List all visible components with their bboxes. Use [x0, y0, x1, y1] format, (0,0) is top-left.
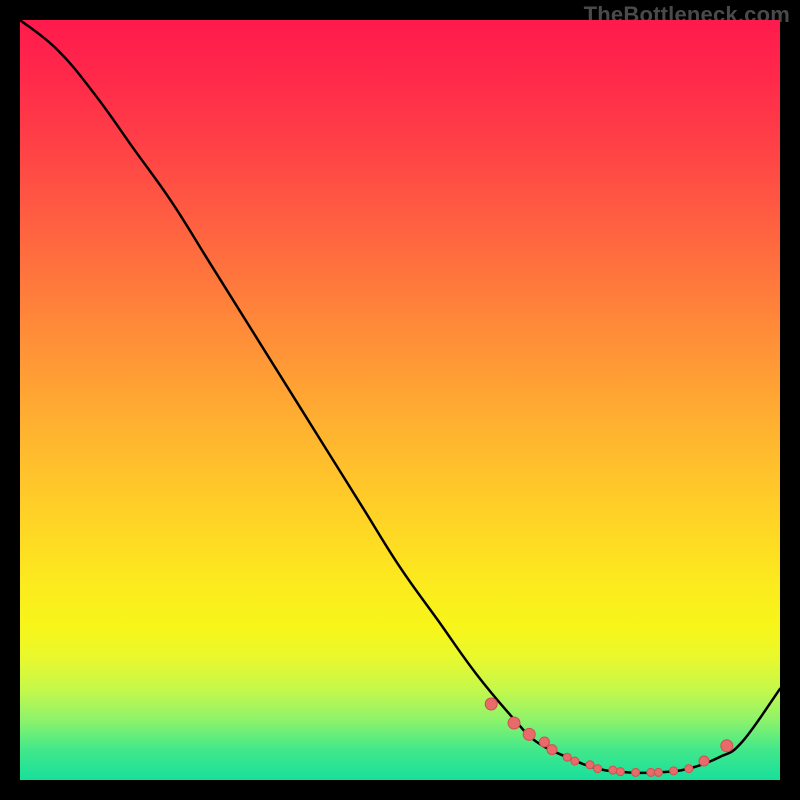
curve-dot	[647, 768, 655, 776]
curve-dot	[685, 765, 693, 773]
curve-dot	[508, 717, 520, 729]
curve-dots	[485, 698, 733, 776]
curve-dot	[485, 698, 497, 710]
curve-dot	[654, 768, 662, 776]
curve-dot	[670, 767, 678, 775]
curve-dot	[594, 765, 602, 773]
curve-dot	[721, 740, 733, 752]
curve-dot	[539, 737, 549, 747]
plot-area	[20, 20, 780, 780]
bottleneck-curve	[20, 20, 780, 780]
curve-dot	[523, 728, 535, 740]
curve-dot	[563, 753, 571, 761]
curve-dot	[547, 745, 557, 755]
curve-dot	[586, 761, 594, 769]
chart-frame: TheBottleneck.com	[0, 0, 800, 800]
curve-dot	[609, 766, 617, 774]
curve-line	[20, 20, 780, 773]
curve-dot	[699, 756, 709, 766]
curve-dot	[616, 768, 624, 776]
curve-dot	[632, 768, 640, 776]
curve-dot	[571, 757, 579, 765]
